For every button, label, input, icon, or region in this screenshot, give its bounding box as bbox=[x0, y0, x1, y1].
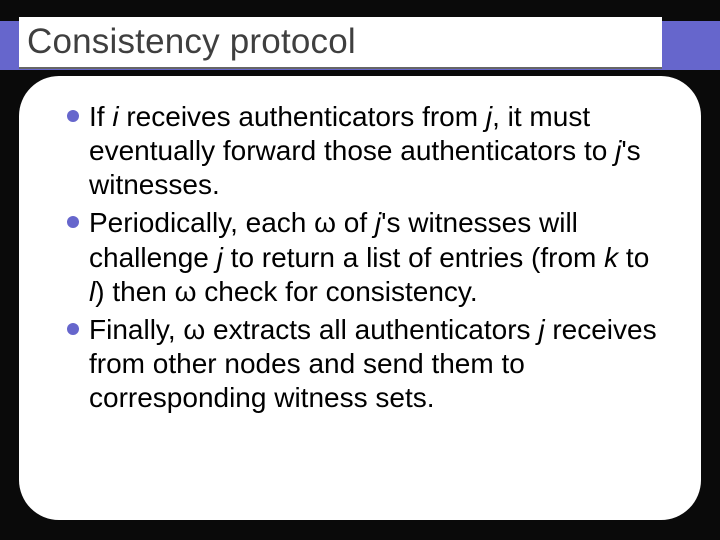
text-run: Finally, ω extracts all authenticators bbox=[89, 314, 538, 345]
bullet-item: Finally, ω extracts all authenticators j… bbox=[67, 313, 659, 415]
title-bar: Consistency protocol bbox=[19, 17, 662, 69]
bullet-icon bbox=[67, 323, 79, 335]
text-run: If bbox=[89, 101, 112, 132]
bullet-list: If i receives authenticators from j, it … bbox=[67, 100, 659, 415]
bullet-icon bbox=[67, 110, 79, 122]
text-run: ) then ω check for consistency. bbox=[95, 276, 477, 307]
bullet-text: If i receives authenticators from j, it … bbox=[89, 101, 641, 200]
text-run: Periodically, each ω of bbox=[89, 207, 375, 238]
content-panel: If i receives authenticators from j, it … bbox=[19, 76, 701, 520]
slide-title: Consistency protocol bbox=[27, 22, 356, 62]
bullet-item: Periodically, each ω of j's witnesses wi… bbox=[67, 206, 659, 308]
bullet-icon bbox=[67, 216, 79, 228]
text-run: receives authenticators from bbox=[119, 101, 486, 132]
bullet-text: Periodically, each ω of j's witnesses wi… bbox=[89, 207, 649, 306]
text-run: to bbox=[618, 242, 649, 273]
bullet-text: Finally, ω extracts all authenticators j… bbox=[89, 314, 657, 413]
text-run: to return a list of entries (from bbox=[223, 242, 604, 273]
var-k: k bbox=[604, 242, 618, 273]
slide: Consistency protocol If i receives authe… bbox=[0, 0, 720, 540]
bullet-item: If i receives authenticators from j, it … bbox=[67, 100, 659, 202]
